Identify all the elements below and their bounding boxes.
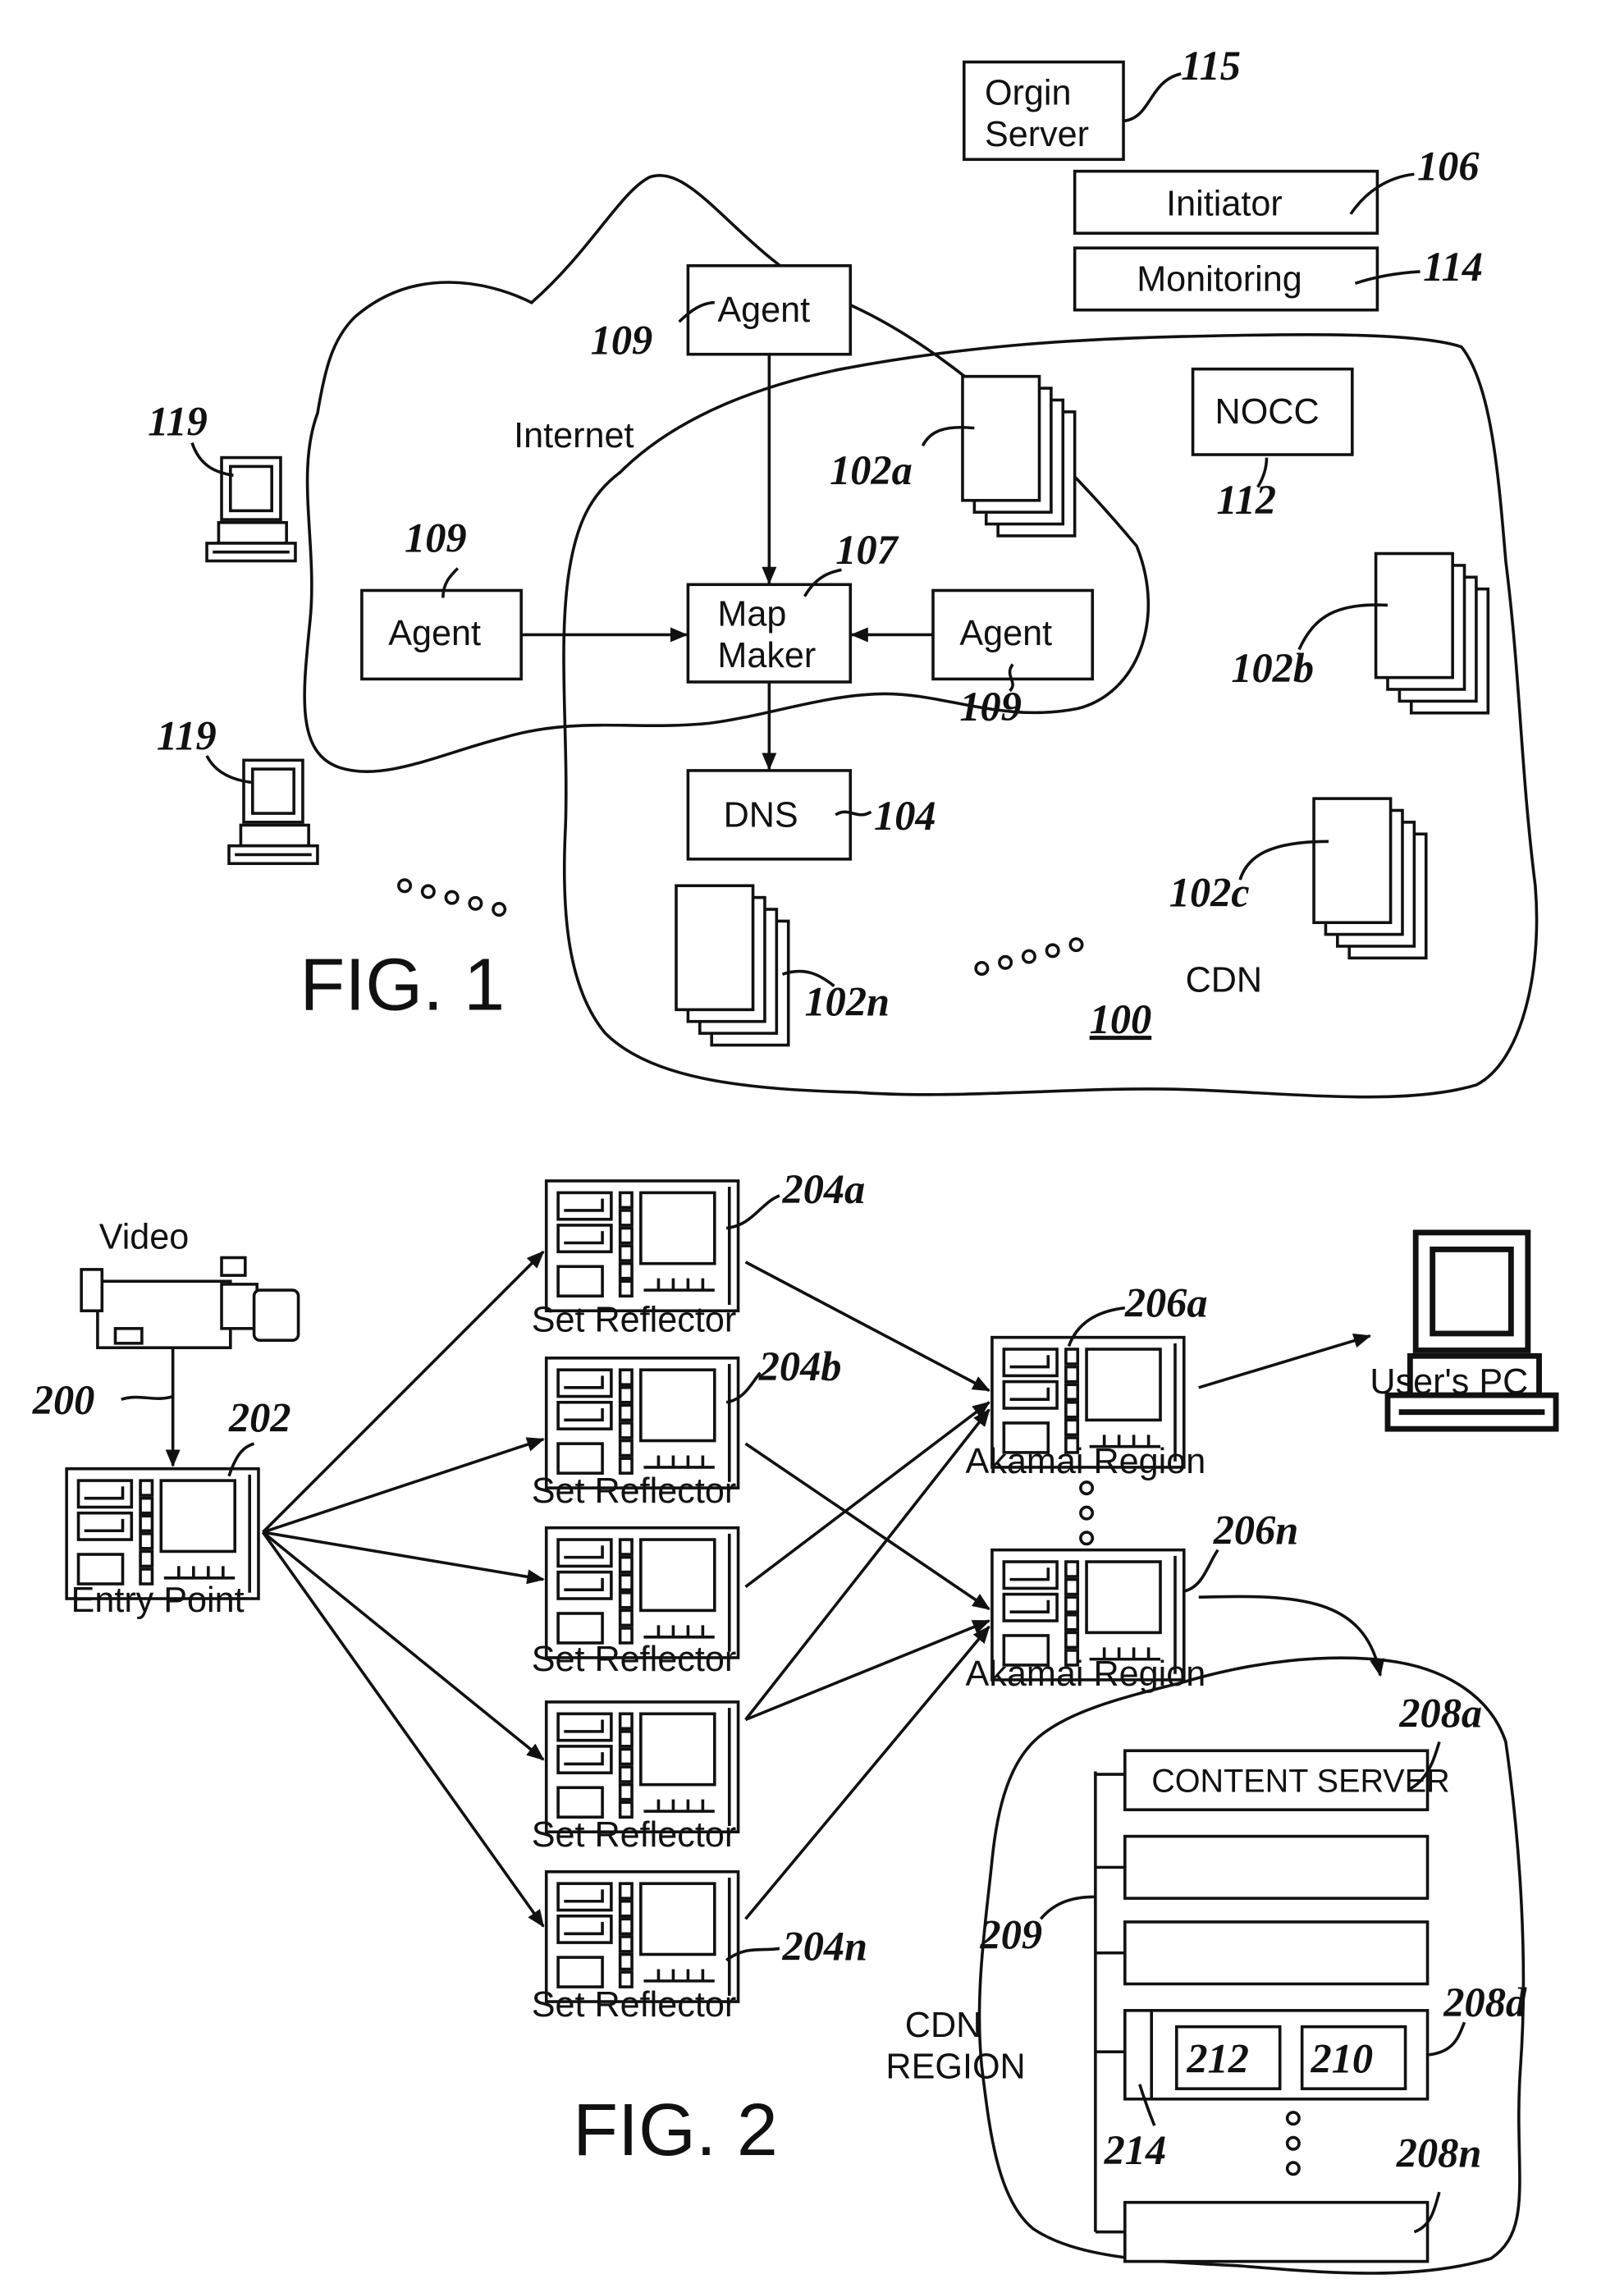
client-pc-bottom xyxy=(227,758,319,866)
server-ellipsis-dots xyxy=(1285,2111,1301,2176)
server-ref-102n: 102n xyxy=(805,979,890,1025)
set-reflector-2-label: Set Reflector xyxy=(532,1471,736,1511)
inner-box-210-label: 210 xyxy=(1310,2035,1373,2081)
arrow-r2-to-region2 xyxy=(744,1442,990,1611)
server-ref-102a: 102a xyxy=(830,447,913,493)
arrow-entry-to-reflector-4 xyxy=(262,1531,545,1761)
server-214-ref: 214 xyxy=(1104,2127,1167,2173)
set-reflector-4 xyxy=(544,1700,740,1833)
arrow-entry-to-reflector-2 xyxy=(262,1437,545,1534)
monitoring-label: Monitoring xyxy=(1137,259,1302,299)
akamai-region-1-ref: 206a xyxy=(1124,1279,1208,1325)
cdn-label: CDN xyxy=(1186,961,1262,1000)
entry-point-label: Entry Point xyxy=(71,1581,245,1620)
set-reflector-5-ref: 204n xyxy=(782,1924,868,1970)
monitoring-ref: 114 xyxy=(1423,244,1483,290)
server-stack-102a xyxy=(961,374,1077,538)
map-maker-label-1: Map xyxy=(717,595,786,634)
video-label: Video xyxy=(99,1218,190,1257)
nocc-label: NOCC xyxy=(1215,392,1320,432)
nocc-ref: 112 xyxy=(1216,477,1276,523)
akamai-region-2-ref: 206n xyxy=(1213,1507,1299,1553)
set-reflector-5-label: Set Reflector xyxy=(532,1985,736,2025)
set-reflector-2-ref: 204b xyxy=(758,1343,842,1389)
initiator-label: Initiator xyxy=(1166,185,1283,224)
dns-ref: 104 xyxy=(874,793,936,839)
server-box-3 xyxy=(1123,1920,1430,1986)
server-stack-102b xyxy=(1374,551,1490,715)
ellipsis-dots-outside xyxy=(397,878,507,917)
entry-point-server xyxy=(65,1467,260,1600)
fig2-title: FIG. 2 xyxy=(573,2089,778,2171)
server-208n-ref: 208n xyxy=(1396,2130,1482,2176)
initiator-ref: 106 xyxy=(1417,143,1480,189)
agent-top-label: Agent xyxy=(717,291,810,330)
cdn-ref: 100 xyxy=(1090,996,1152,1042)
set-reflector-4-label: Set Reflector xyxy=(532,1815,736,1855)
arrow-entry-to-reflector-1 xyxy=(262,1251,545,1534)
map-maker-label-2: Maker xyxy=(717,636,816,675)
arrow-r3-to-region1 xyxy=(744,1401,990,1589)
akamai-region-1-label: Akamai Region xyxy=(966,1442,1206,1481)
set-reflector-1-ref: 204a xyxy=(782,1166,866,1212)
set-reflector-5 xyxy=(544,1869,740,2003)
set-reflector-1-label: Set Reflector xyxy=(532,1300,736,1339)
akamai-region-2-label: Akamai Region xyxy=(966,1654,1206,1694)
client-ref-top: 119 xyxy=(148,399,208,445)
internet-label: Internet xyxy=(514,416,634,455)
origin-server-ref: 115 xyxy=(1181,43,1241,89)
set-reflector-3-label: Set Reflector xyxy=(532,1640,736,1679)
agent-right-ref: 109 xyxy=(959,684,1022,730)
server-box-2 xyxy=(1123,1834,1430,1900)
server-stack-102c xyxy=(1312,797,1428,960)
agent-left-ref: 109 xyxy=(405,515,467,561)
server-208d-ref: 208d xyxy=(1443,1979,1527,2025)
server-ref-102b: 102b xyxy=(1231,645,1314,691)
video-camera-icon xyxy=(80,1256,300,1350)
agent-right-label: Agent xyxy=(959,614,1052,653)
map-maker-ref: 107 xyxy=(835,527,899,573)
arrow-r4-to-region1 xyxy=(744,1408,990,1721)
cdn-region-label-2: REGION xyxy=(885,2048,1025,2087)
server-box-208n xyxy=(1123,2200,1430,2263)
content-server-ref: 208a xyxy=(1398,1690,1482,1736)
agent-top-ref: 109 xyxy=(591,318,653,364)
bus-ref: 209 xyxy=(980,1911,1043,1957)
server-ref-102c: 102c xyxy=(1169,869,1250,915)
arrow-region-to-cdn-region xyxy=(1198,1595,1385,1677)
server-stack-102n xyxy=(675,884,790,1047)
entry-point-ref: 202 xyxy=(228,1395,291,1441)
origin-server-label-1: Orgin xyxy=(985,74,1072,113)
client-ref-bottom: 119 xyxy=(157,713,217,759)
agent-left-label: Agent xyxy=(388,614,481,653)
figure-1: Orgin Server 115 Initiator 106 Monitorin… xyxy=(148,43,1539,1099)
fig1-title: FIG. 1 xyxy=(300,944,505,1026)
cdn-region-label-1: CDN xyxy=(905,2006,982,2045)
ellipsis-dots-inside xyxy=(974,937,1084,976)
arrow-entry-to-reflector-3 xyxy=(263,1531,545,1585)
inner-box-212-label: 212 xyxy=(1186,2035,1249,2081)
arrow-region-to-users-pc xyxy=(1198,1333,1372,1389)
figure-2: Video 200 202 Entry Point Set Reflector … xyxy=(32,1166,1556,2275)
akamai-ellipsis-dots xyxy=(1079,1480,1095,1546)
origin-server-label-2: Server xyxy=(985,115,1089,154)
set-reflector-2 xyxy=(544,1357,740,1489)
dns-label: DNS xyxy=(724,795,798,835)
arrow-entry-to-reflector-5 xyxy=(261,1531,545,1928)
set-reflector-1 xyxy=(544,1179,740,1313)
video-ref: 200 xyxy=(32,1377,95,1423)
set-reflector-3 xyxy=(544,1526,740,1659)
patent-figures: Orgin Server 115 Initiator 106 Monitorin… xyxy=(32,43,1624,2275)
content-server-label: CONTENT SERVER xyxy=(1151,1764,1449,1800)
users-pc-label: User's PC xyxy=(1370,1362,1528,1402)
